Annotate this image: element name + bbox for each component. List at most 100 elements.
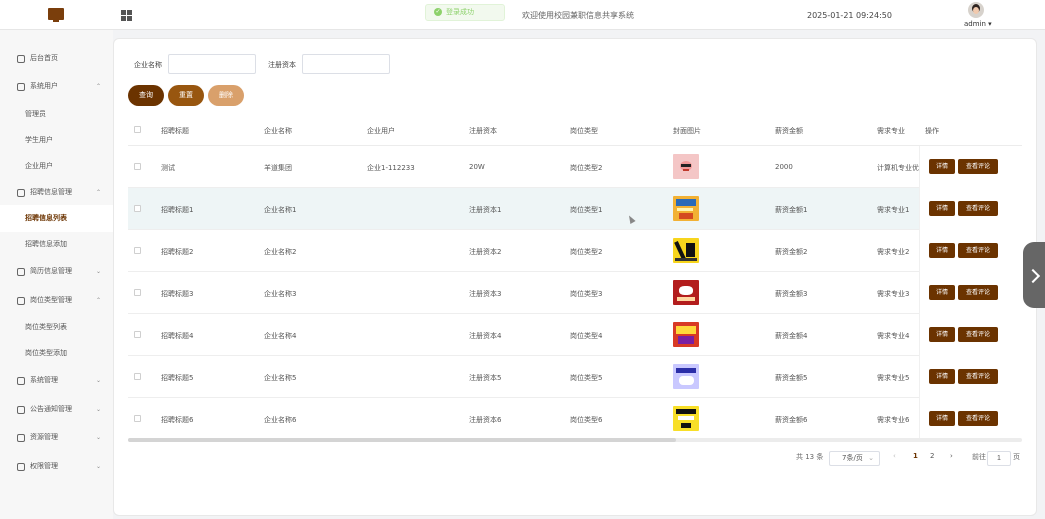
cell-company: 羊道集团 [264,164,292,172]
cell-company: 企业名称6 [264,416,297,424]
delete-button[interactable]: 删除 [208,85,244,106]
sidebar-item-announcements[interactable]: 公告通知管理 ⌄ [0,396,113,423]
sidebar-item-label: 企业用户 [25,162,53,170]
cell-job-type: 岗位类型6 [570,416,603,424]
select-all-checkbox[interactable] [134,126,141,133]
cover-image [673,364,699,389]
detail-button[interactable]: 详情 [929,243,955,258]
detail-button[interactable]: 详情 [929,285,955,300]
sidebar-item-system-users[interactable]: 系统用户 ⌃ [0,73,113,100]
grid-menu-icon[interactable] [121,10,132,21]
sidebar-item-job-type-add[interactable]: 岗位类型添加 [0,340,113,367]
table-row[interactable]: 测试 羊道集团 企业1-112233 20W 岗位类型2 2000 计算机专业优… [128,146,1022,188]
sidebar-item-students[interactable]: 学生用户 [0,127,113,154]
cell-enterprise-user: 企业1-112233 [367,164,415,172]
page-size-select[interactable]: 7条/页 ⌄ [829,451,880,466]
user-menu[interactable]: admin ▾ [964,20,992,28]
welcome-message: 欢迎使用校园兼职信息共享系统 [522,11,634,20]
total-count: 共 13 条 [796,453,824,461]
calendar-icon [17,189,25,197]
view-comments-button[interactable]: 查看评论 [958,243,998,258]
sidebar-item-resources[interactable]: 资源管理 ⌄ [0,424,113,451]
sidebar-item-recruitment-add[interactable]: 招聘信息添加 [0,231,113,258]
registered-capital-label: 注册资本 [268,61,296,69]
sidebar-item-enterprises[interactable]: 企业用户 [0,153,113,180]
row-checkbox[interactable] [134,373,141,380]
detail-button[interactable]: 详情 [929,327,955,342]
table-row[interactable]: 招聘标题4 企业名称4 注册资本4 岗位类型4 薪资金额4 需求专业4 详情 查看… [128,314,1022,356]
cell-title: 招聘标题3 [161,290,194,298]
sidebar-item-resumes[interactable]: 简历信息管理 ⌄ [0,258,113,285]
view-comments-button[interactable]: 查看评论 [958,411,998,426]
next-page-button[interactable]: › [950,452,953,460]
cell-title: 招聘标题4 [161,332,194,340]
view-comments-button[interactable]: 查看评论 [958,201,998,216]
cell-company: 企业名称5 [264,374,297,382]
detail-button[interactable]: 详情 [929,369,955,384]
cell-title: 招聘标题1 [161,206,194,214]
table-row[interactable]: 招聘标题3 企业名称3 注册资本3 岗位类型3 薪资金额3 需求专业3 详情 查看… [128,272,1022,314]
scrollbar-thumb[interactable] [128,438,676,442]
page-size-value: 7条/页 [842,454,863,462]
reset-button[interactable]: 重置 [168,85,204,106]
cell-job-type: 岗位类型2 [570,248,603,256]
chevron-up-icon: ⌃ [96,83,102,90]
cell-title: 测试 [161,164,175,172]
table-row[interactable]: 招聘标题6 企业名称6 注册资本6 岗位类型6 薪资金额6 需求专业6 详情 查看… [128,398,1022,438]
table-row[interactable]: 招聘标题5 企业名称5 注册资本5 岗位类型5 薪资金额5 需求专业5 详情 查看… [128,356,1022,398]
prev-page-button[interactable]: ‹ [893,452,896,460]
view-comments-button[interactable]: 查看评论 [958,159,998,174]
sidebar: 后台首页 系统用户 ⌃ 管理员 学生用户 企业用户 招聘信息管理 ⌃ 招聘信息列表 … [0,30,113,519]
shield-icon [17,463,25,471]
cell-major: 需求专业2 [877,248,910,256]
view-comments-button[interactable]: 查看评论 [958,369,998,384]
sidebar-item-permissions[interactable]: 权限管理 ⌄ [0,453,113,480]
page-1-button[interactable]: 1 [913,452,918,460]
table-row[interactable]: 招聘标题2 企业名称2 注册资本2 岗位类型2 薪资金额2 需求专业2 详情 查看… [128,230,1022,272]
cell-title: 招聘标题5 [161,374,194,382]
row-checkbox[interactable] [134,331,141,338]
detail-button[interactable]: 详情 [929,159,955,174]
top-bar: 登录成功 欢迎使用校园兼职信息共享系统 2025-01-21 09:24:50 … [0,0,1045,30]
sidebar-item-admins[interactable]: 管理员 [0,101,113,128]
user-avatar[interactable] [968,2,984,18]
column-header: 岗位类型 [570,127,598,135]
column-header: 企业用户 [367,127,395,135]
sidebar-item-system-management[interactable]: 系统管理 ⌄ [0,367,113,394]
cell-capital: 注册资本2 [469,248,502,256]
sidebar-item-label: 权限管理 [30,462,58,470]
sidebar-item-job-type-list[interactable]: 岗位类型列表 [0,314,113,341]
cell-job-type: 岗位类型5 [570,374,603,382]
sidebar-item-job-types[interactable]: 岗位类型管理 ⌃ [0,287,113,314]
chevron-right-icon[interactable] [1023,242,1045,308]
user-icon [17,83,25,91]
sidebar-item-label: 公告通知管理 [30,405,72,413]
row-checkbox[interactable] [134,289,141,296]
company-name-input[interactable] [168,54,256,74]
page-2-button[interactable]: 2 [930,452,934,460]
query-button[interactable]: 查询 [128,85,164,106]
settings-icon [17,377,25,385]
cell-salary: 薪资金额5 [775,374,808,382]
sidebar-item-recruitment[interactable]: 招聘信息管理 ⌃ [0,179,113,206]
view-comments-button[interactable]: 查看评论 [958,285,998,300]
row-checkbox[interactable] [134,247,141,254]
goto-page-input[interactable] [987,451,1011,466]
sidebar-item-label: 岗位类型管理 [30,296,72,304]
sidebar-item-dashboard[interactable]: 后台首页 [0,45,113,72]
sidebar-item-recruitment-list[interactable]: 招聘信息列表 [0,205,113,232]
detail-button[interactable]: 详情 [929,411,955,426]
cell-salary: 薪资金额3 [775,290,808,298]
view-comments-button[interactable]: 查看评论 [958,327,998,342]
row-checkbox[interactable] [134,205,141,212]
registered-capital-input[interactable] [302,54,390,74]
sidebar-item-label: 招聘信息列表 [25,214,67,222]
detail-button[interactable]: 详情 [929,201,955,216]
goto-label: 前往 [972,453,986,461]
row-checkbox[interactable] [134,163,141,170]
cell-company: 企业名称2 [264,248,297,256]
table-row[interactable]: 招聘标题1 企业名称1 注册资本1 岗位类型1 薪资金额1 需求专业1 详情 查看… [128,188,1022,230]
sidebar-item-label: 系统管理 [30,376,58,384]
horizontal-scrollbar[interactable] [128,438,1022,442]
row-checkbox[interactable] [134,415,141,422]
